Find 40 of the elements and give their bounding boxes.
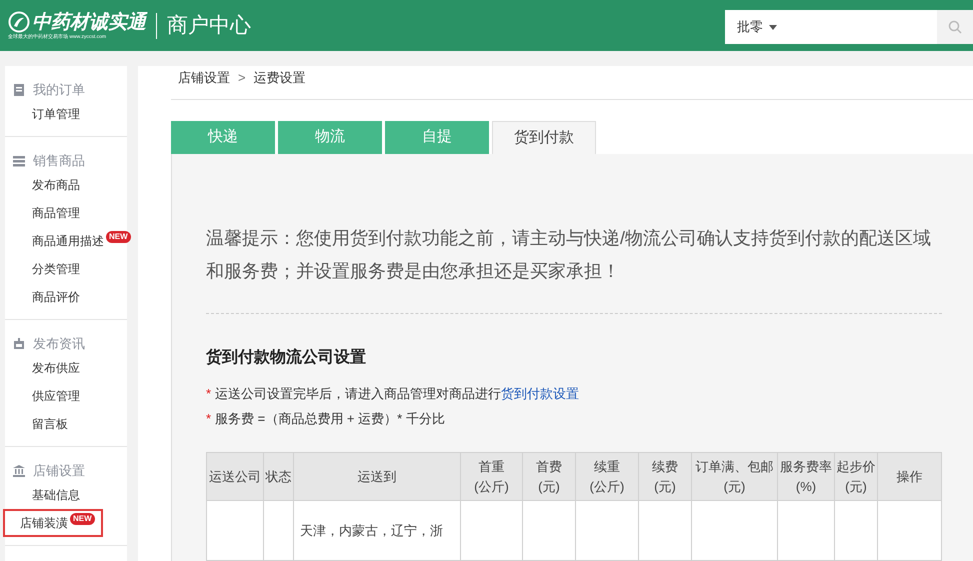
menu-icon: [13, 155, 25, 167]
search-icon: [948, 20, 962, 34]
logo-text: 中药材诚实通: [32, 12, 146, 32]
sidebar-item[interactable]: 商品管理: [32, 204, 80, 222]
sidebar-item[interactable]: 发布商品: [32, 176, 80, 194]
bank-icon: [13, 465, 25, 477]
sidebar-item[interactable]: 分类管理: [32, 260, 80, 278]
new-badge: NEW: [106, 231, 131, 243]
tray-icon: [13, 338, 25, 350]
sidebar-item[interactable]: 发布供应: [32, 359, 80, 377]
caret-icon: [769, 24, 777, 30]
settings-link[interactable]: 货到付款设置: [501, 384, 580, 404]
breadcrumb-link[interactable]: 店铺设置: [178, 68, 230, 87]
sidebar-item[interactable]: 订单管理: [32, 105, 80, 123]
search-button[interactable]: [937, 10, 973, 44]
sidebar-item[interactable]: 商品评价: [32, 288, 80, 306]
logo-icon: [8, 11, 30, 33]
table-cell: 天津，内蒙古，辽宁，浙: [300, 522, 443, 538]
page-title: 商户中心: [167, 12, 251, 39]
new-badge: NEW: [70, 513, 95, 525]
section-title: 货到付款物流公司设置: [206, 347, 367, 368]
tip-text: 温馨提示：您使用货到付款功能之前，请主动与快递/物流公司确认支持货到付款的配送区域和服务费；并设置服务费是由您承担还是买家承担！: [206, 227, 932, 283]
note-text: 运送公司设置完毕后，请进入商品管理对商品进行: [215, 385, 502, 404]
column-header: 运送公司: [206, 452, 264, 500]
tab[interactable]: 货到付款: [492, 121, 596, 154]
sidebar-item[interactable]: 供应管理: [32, 387, 80, 405]
sidebar-group-title: 我的订单: [33, 81, 85, 100]
sidebar-group-title: 发布资讯: [33, 335, 85, 354]
breadcrumb-current: 运费设置: [254, 68, 306, 86]
sidebar-group-title: 销售商品: [33, 152, 85, 170]
breadcrumb-separator: >: [238, 68, 246, 86]
sidebar-group-title: 店铺设置: [33, 462, 85, 480]
list-icon: [13, 84, 25, 96]
sidebar-item[interactable]: 基础信息: [32, 486, 80, 504]
sidebar-item[interactable]: 留言板: [32, 415, 68, 433]
sidebar-item[interactable]: 商品通用描述: [32, 232, 104, 250]
note-text: 服务费 =（商品总费用 + 运费）* 千分比: [215, 410, 445, 428]
sidebar-item[interactable]: 店铺装潢: [20, 514, 68, 532]
required-mark: *: [206, 385, 212, 404]
required-mark: *: [206, 410, 212, 428]
